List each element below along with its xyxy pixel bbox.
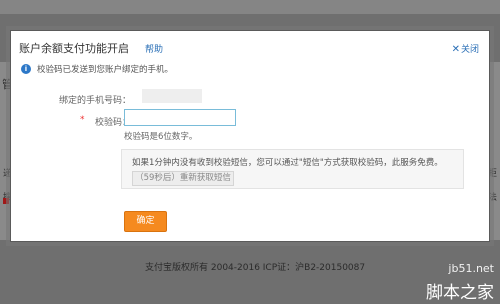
sms-notice: i 校验码已发送到您账户绑定的手机。	[21, 62, 483, 78]
balance-payment-dialog: 账户余额支付功能开启 帮助 ✕关闭 i 校验码已发送到您账户绑定的手机。 绑定的…	[10, 30, 490, 242]
notice-text: 校验码已发送到您账户绑定的手机。	[37, 65, 174, 75]
watermark: jb51.net 脚本之家	[390, 262, 498, 303]
verification-code-input[interactable]	[124, 109, 236, 126]
phone-label: 绑定的手机号码：	[58, 96, 131, 106]
watermark-name: 脚本之家	[426, 283, 494, 303]
resend-text: 如果1分钟内没有收到校验短信，您可以通过"短信"方式获取校验码，此服务免费。	[132, 158, 443, 168]
close-icon: ✕	[451, 44, 460, 55]
code-hint: 校验码是6位数字。	[124, 132, 198, 142]
close-label: 关闭	[460, 45, 479, 55]
background-red-mark	[3, 198, 9, 204]
dialog-titlebar: 账户余额支付功能开启 帮助 ✕关闭	[11, 31, 489, 59]
resend-panel: 如果1分钟内没有收到校验短信，您可以通过"短信"方式获取校验码，此服务免费。 （…	[121, 149, 464, 189]
resend-sms-button[interactable]: （59秒后）重新获取短信	[132, 171, 234, 186]
phone-value-masked	[142, 89, 202, 103]
background-header	[0, 0, 500, 14]
watermark-url: jb51.net	[448, 262, 494, 275]
info-icon: i	[21, 64, 31, 74]
dialog-title: 账户余额支付功能开启	[19, 42, 129, 55]
background-footer: 支付宝版权所有 2004-2016 ICP证：沪B2-20150087	[145, 263, 366, 273]
confirm-button[interactable]: 确定	[124, 211, 167, 232]
help-link[interactable]: 帮助	[145, 42, 163, 55]
code-label: 校验码：	[94, 118, 131, 128]
close-button[interactable]: ✕关闭	[452, 42, 479, 55]
